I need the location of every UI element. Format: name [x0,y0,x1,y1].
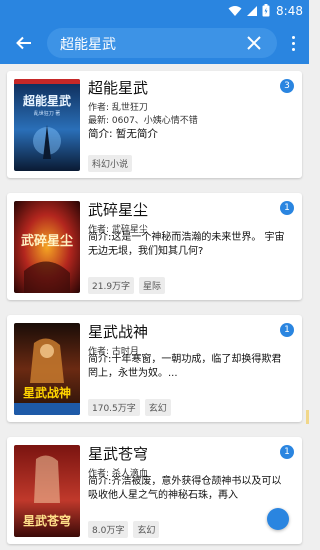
cover-title-text: 星武战神 [23,385,71,400]
source-count-badge: 1 [280,323,294,337]
more-options-button[interactable] [287,31,299,55]
book-intro: 简介:这是一个神秘而浩瀚的未来世界。 宇宙无边无垠，我们知其几何? [88,232,285,257]
status-bar: 8:48 [0,0,309,22]
source-count-badge: 3 [280,79,294,93]
tag-category: 星际 [139,277,166,294]
book-cover[interactable]: 星武苍穹 [14,445,80,537]
source-count-badge: 1 [280,445,294,459]
book-tags: 科幻小说 [88,155,133,172]
book-intro: 简介: 暂无简介 [88,128,158,140]
tag-category: 科幻小说 [88,155,133,172]
cover-author-text: 乱世狂刀 著 [34,110,61,117]
book-title: 星武苍穹 [88,445,149,463]
scroll-indicator [306,410,309,424]
signal-icon [246,2,258,21]
search-input[interactable]: 超能星武 [60,34,116,54]
book-title: 超能星武 [88,79,149,97]
back-button[interactable] [12,31,36,55]
tag-word-count: 170.5万字 [88,399,140,416]
clear-icon [247,36,261,50]
book-title: 星武战神 [88,323,149,341]
book-latest-chapter: 最新: 0607、小姨心情不错 [88,116,198,126]
book-intro: 简介:十年寒窗，一朝功成，临了却换得欺君罔上，永世为奴。... [88,354,282,379]
book-tags: 21.9万字 星际 [88,277,166,294]
book-cover[interactable]: 星武战神 [14,323,80,415]
tag-category: 玄幻 [144,399,171,416]
book-cover[interactable]: 武碎星尘 [14,201,80,293]
status-icons: 8:48 [228,3,303,19]
book-title: 武碎星尘 [88,201,149,219]
floating-action-button[interactable] [267,508,289,530]
cover-title-text: 超能星武 [22,93,71,108]
cover-title-text: 武碎星尘 [21,233,73,249]
status-time: 8:48 [276,4,303,18]
tag-word-count: 8.0万字 [88,521,129,538]
search-field[interactable]: 超能星武 [47,28,277,58]
app-bar: 超能星武 [0,22,309,64]
search-results-list[interactable]: 超能星武 乱世狂刀 著 超能星武 作者: 乱世狂刀 最新: 0607、小姨心情不… [0,64,309,550]
book-tags: 170.5万字 玄幻 [88,399,171,416]
book-card[interactable]: 星武战神 星武战神 作者: 古时月 简介:十年寒窗，一朝功成，临了却换得欺君罔上… [7,315,302,422]
source-count-badge: 1 [280,201,294,215]
book-cover[interactable]: 超能星武 乱世狂刀 著 [14,79,80,171]
book-card[interactable]: 超能星武 乱世狂刀 著 超能星武 作者: 乱世狂刀 最新: 0607、小姨心情不… [7,71,302,178]
more-vert-icon [291,35,295,39]
book-card[interactable]: 星武苍穹 星武苍穹 作者: 杀人滴血 简介:齐浩被废，意外获得仓颉神书以及可以吸… [7,437,302,544]
back-arrow-icon [16,36,31,50]
wifi-icon [228,2,242,21]
book-card[interactable]: 武碎星尘 武碎星尘 作者: 武碎星尘 简介:这是一个神秘而浩瀚的未来世界。 宇宙… [7,193,302,300]
cover-title-text: 星武苍穹 [23,513,71,528]
book-tags: 8.0万字 玄幻 [88,521,160,538]
tag-word-count: 21.9万字 [88,277,135,294]
clear-search-button[interactable] [245,34,263,52]
book-intro: 简介:齐浩被废，意外获得仓颉神书以及可以吸收他人星之气的神秘石珠，再入 [88,476,282,501]
tag-category: 玄幻 [133,521,160,538]
battery-icon [262,2,270,21]
book-author: 作者: 乱世狂刀 [88,103,148,113]
